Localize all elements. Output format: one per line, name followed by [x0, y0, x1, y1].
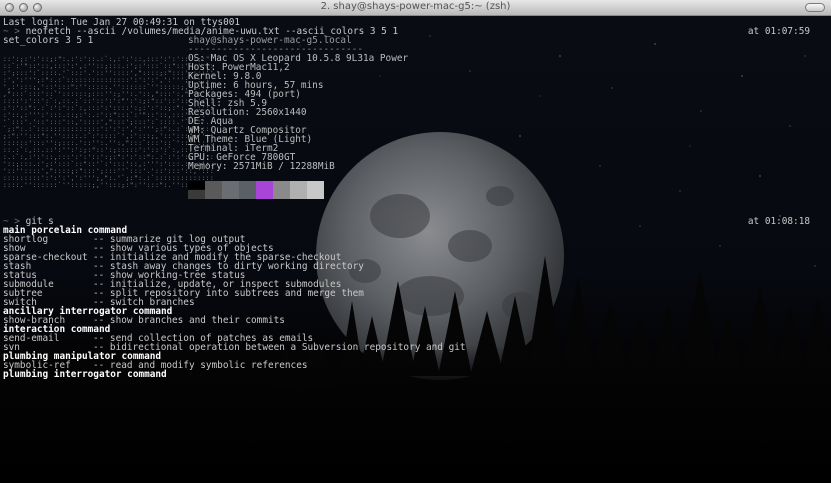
window-title: 2. shay@shays-power-mac-g5:~ (zsh) — [320, 1, 511, 12]
info-memory: Memory: 2571MiB / 12288MiB — [188, 161, 335, 172]
section-header: plumbing interrogator command — [3, 369, 167, 380]
terminal-window: 2. shay@shays-power-mac-g5:~ (zsh) Last … — [0, 0, 831, 483]
terminal-content[interactable]: Last login: Tue Jan 27 00:49:31 on ttys0… — [0, 16, 831, 483]
ascii-art: ::':;:':'::;:":.:':'::.:`:,:':'::,:::':'… — [3, 56, 215, 189]
command-wrap-line: set_colors 3 5 1 — [3, 35, 94, 46]
completion-description: -- show branches and their commits — [93, 315, 285, 326]
swatch-5 — [273, 181, 290, 199]
swatch-bottom-0 — [188, 190, 205, 199]
swatch-4 — [256, 181, 273, 199]
swatch-6 — [290, 181, 307, 199]
toolbar-toggle-button[interactable] — [805, 3, 825, 12]
timestamp-2: at 01:08:18 — [747, 216, 810, 227]
color-swatches — [188, 181, 324, 199]
timestamp-1: at 01:07:59 — [747, 26, 810, 37]
swatch-7 — [307, 181, 324, 199]
swatch-1 — [205, 181, 222, 199]
swatch-2 — [222, 181, 239, 199]
title-bar[interactable]: 2. shay@shays-power-mac-g5:~ (zsh) — [0, 0, 831, 16]
swatch-top-0 — [188, 181, 205, 189]
swatch-3 — [239, 181, 256, 199]
